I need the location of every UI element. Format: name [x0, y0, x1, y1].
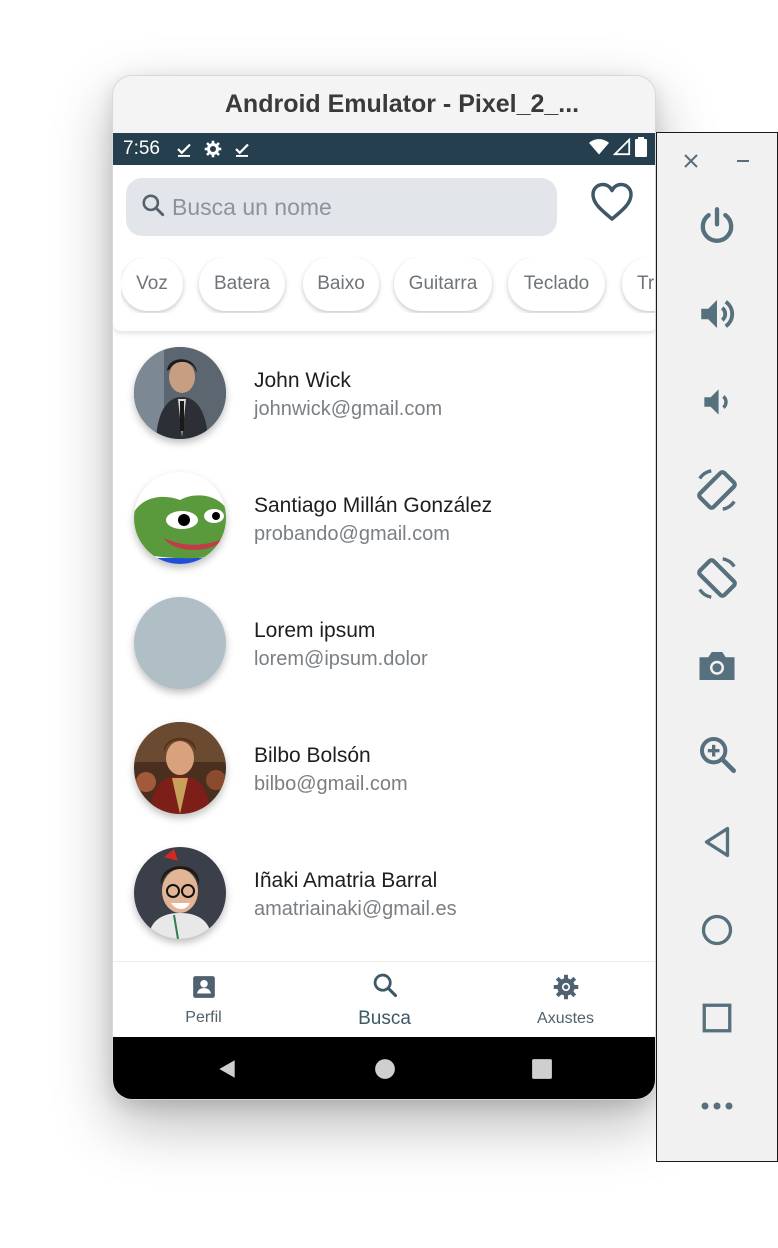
search-placeholder: Busca un nome [172, 193, 332, 220]
status-time: 7:56 [123, 138, 160, 159]
phone-screen: 7:56 Busca un nome Voz Batera Baixo Guit… [113, 133, 655, 1099]
volume-down-icon [698, 383, 736, 426]
back-triangle-icon [699, 824, 735, 865]
emulator-toolbar [656, 132, 778, 1162]
nav-busca-label: Busca [358, 1007, 411, 1029]
favorites-button[interactable] [589, 182, 635, 227]
contact-name: Bilbo Bolsón [254, 744, 371, 767]
chip-batera[interactable]: Batera [199, 257, 285, 311]
download-done-icon [232, 139, 252, 159]
list-item[interactable]: Iñaki Amatria Barral amatriainaki@gmail.… [113, 831, 655, 956]
volume-up-icon [696, 293, 738, 340]
status-bar: 7:56 [113, 133, 655, 165]
power-icon [697, 206, 737, 251]
search-header: Busca un nome Voz Batera Baixo Guitarra … [113, 165, 655, 331]
contact-email: bilbo@gmail.com [254, 773, 408, 795]
home-button[interactable] [373, 1057, 397, 1081]
home-circle-icon [699, 912, 735, 953]
minimize-icon [735, 153, 751, 174]
close-button[interactable] [679, 151, 703, 175]
search-icon [371, 971, 399, 1004]
rotate-left-icon [694, 467, 740, 518]
window-title: Android Emulator - Pixel_2_... [224, 90, 580, 118]
contact-name: Santiago Millán González [254, 494, 493, 517]
contact-list: John Wick johnwick@gmail.com Santiago Mi… [113, 331, 655, 961]
contact-email: probando@gmail.com [254, 523, 450, 545]
chip-voz[interactable]: Voz [121, 257, 183, 311]
settings-gear-status-icon [203, 139, 223, 159]
search-icon [140, 192, 166, 223]
contact-name: Iñaki Amatria Barral [254, 869, 438, 892]
avatar [134, 847, 226, 939]
nav-perfil[interactable]: Perfil [113, 962, 294, 1038]
overview-nav-button[interactable] [681, 990, 753, 1050]
nav-axustes[interactable]: Axustes [475, 962, 655, 1038]
list-item[interactable]: Bilbo Bolsón bilbo@gmail.com [113, 706, 655, 831]
nav-perfil-label: Perfil [185, 1008, 222, 1026]
rotate-left-button[interactable] [681, 462, 753, 522]
minimize-button[interactable] [731, 151, 755, 175]
gear-icon [552, 973, 580, 1006]
system-navigation-bar [113, 1037, 655, 1099]
zoom-in-icon [697, 734, 737, 779]
chip-baixo[interactable]: Baixo [303, 257, 379, 311]
volume-up-button[interactable] [681, 286, 753, 346]
overview-square-icon [699, 1000, 735, 1041]
list-item[interactable]: John Wick johnwick@gmail.com [113, 331, 655, 456]
cell-signal-icon [612, 137, 631, 161]
avatar [134, 722, 226, 814]
power-button[interactable] [681, 198, 753, 258]
zoom-button[interactable] [681, 726, 753, 786]
download-done-icon [174, 139, 194, 159]
rotate-right-icon [694, 555, 740, 606]
battery-icon [635, 136, 647, 162]
more-dots-icon [697, 1099, 737, 1117]
wifi-icon [589, 138, 609, 161]
profile-icon [191, 974, 217, 1005]
rotate-right-button[interactable] [681, 550, 753, 610]
heart-icon [590, 182, 634, 227]
contact-name: Lorem ipsum [254, 619, 376, 642]
contact-name: John Wick [254, 369, 351, 392]
camera-icon [696, 645, 738, 692]
contact-email: amatriainaki@gmail.es [254, 898, 457, 920]
chip-guitarra[interactable]: Guitarra [394, 257, 492, 311]
contact-email: johnwick@gmail.com [254, 398, 443, 420]
list-item[interactable]: Lorem ipsum lorem@ipsum.dolor [113, 581, 655, 706]
bottom-navigation: Perfil Busca Axustes [113, 961, 655, 1038]
nav-axustes-label: Axustes [537, 1009, 594, 1027]
back-button[interactable] [215, 1057, 239, 1081]
contact-email: lorem@ipsum.dolor [254, 648, 428, 670]
chip-teclado[interactable]: Teclado [508, 257, 605, 311]
search-input[interactable]: Busca un nome [126, 178, 557, 236]
home-nav-button[interactable] [681, 902, 753, 962]
avatar [134, 472, 226, 564]
list-item[interactable]: Santiago Millán González probando@gmail.… [113, 456, 655, 581]
more-button[interactable] [681, 1078, 753, 1138]
emulator-window: Android Emulator - Pixel_2_... 7:56 Busc… [112, 75, 656, 1100]
window-titlebar[interactable]: Android Emulator - Pixel_2_... [113, 76, 655, 133]
avatar [134, 347, 226, 439]
volume-down-button[interactable] [681, 374, 753, 434]
close-icon [683, 153, 699, 174]
recents-button[interactable] [530, 1057, 554, 1081]
back-nav-button[interactable] [681, 814, 753, 874]
chip-tro[interactable]: Tro [622, 257, 655, 311]
avatar-placeholder [134, 597, 226, 689]
instrument-filter-chips: Voz Batera Baixo Guitarra Teclado Tro [121, 257, 655, 313]
nav-busca[interactable]: Busca [294, 962, 475, 1038]
screenshot-button[interactable] [681, 638, 753, 698]
